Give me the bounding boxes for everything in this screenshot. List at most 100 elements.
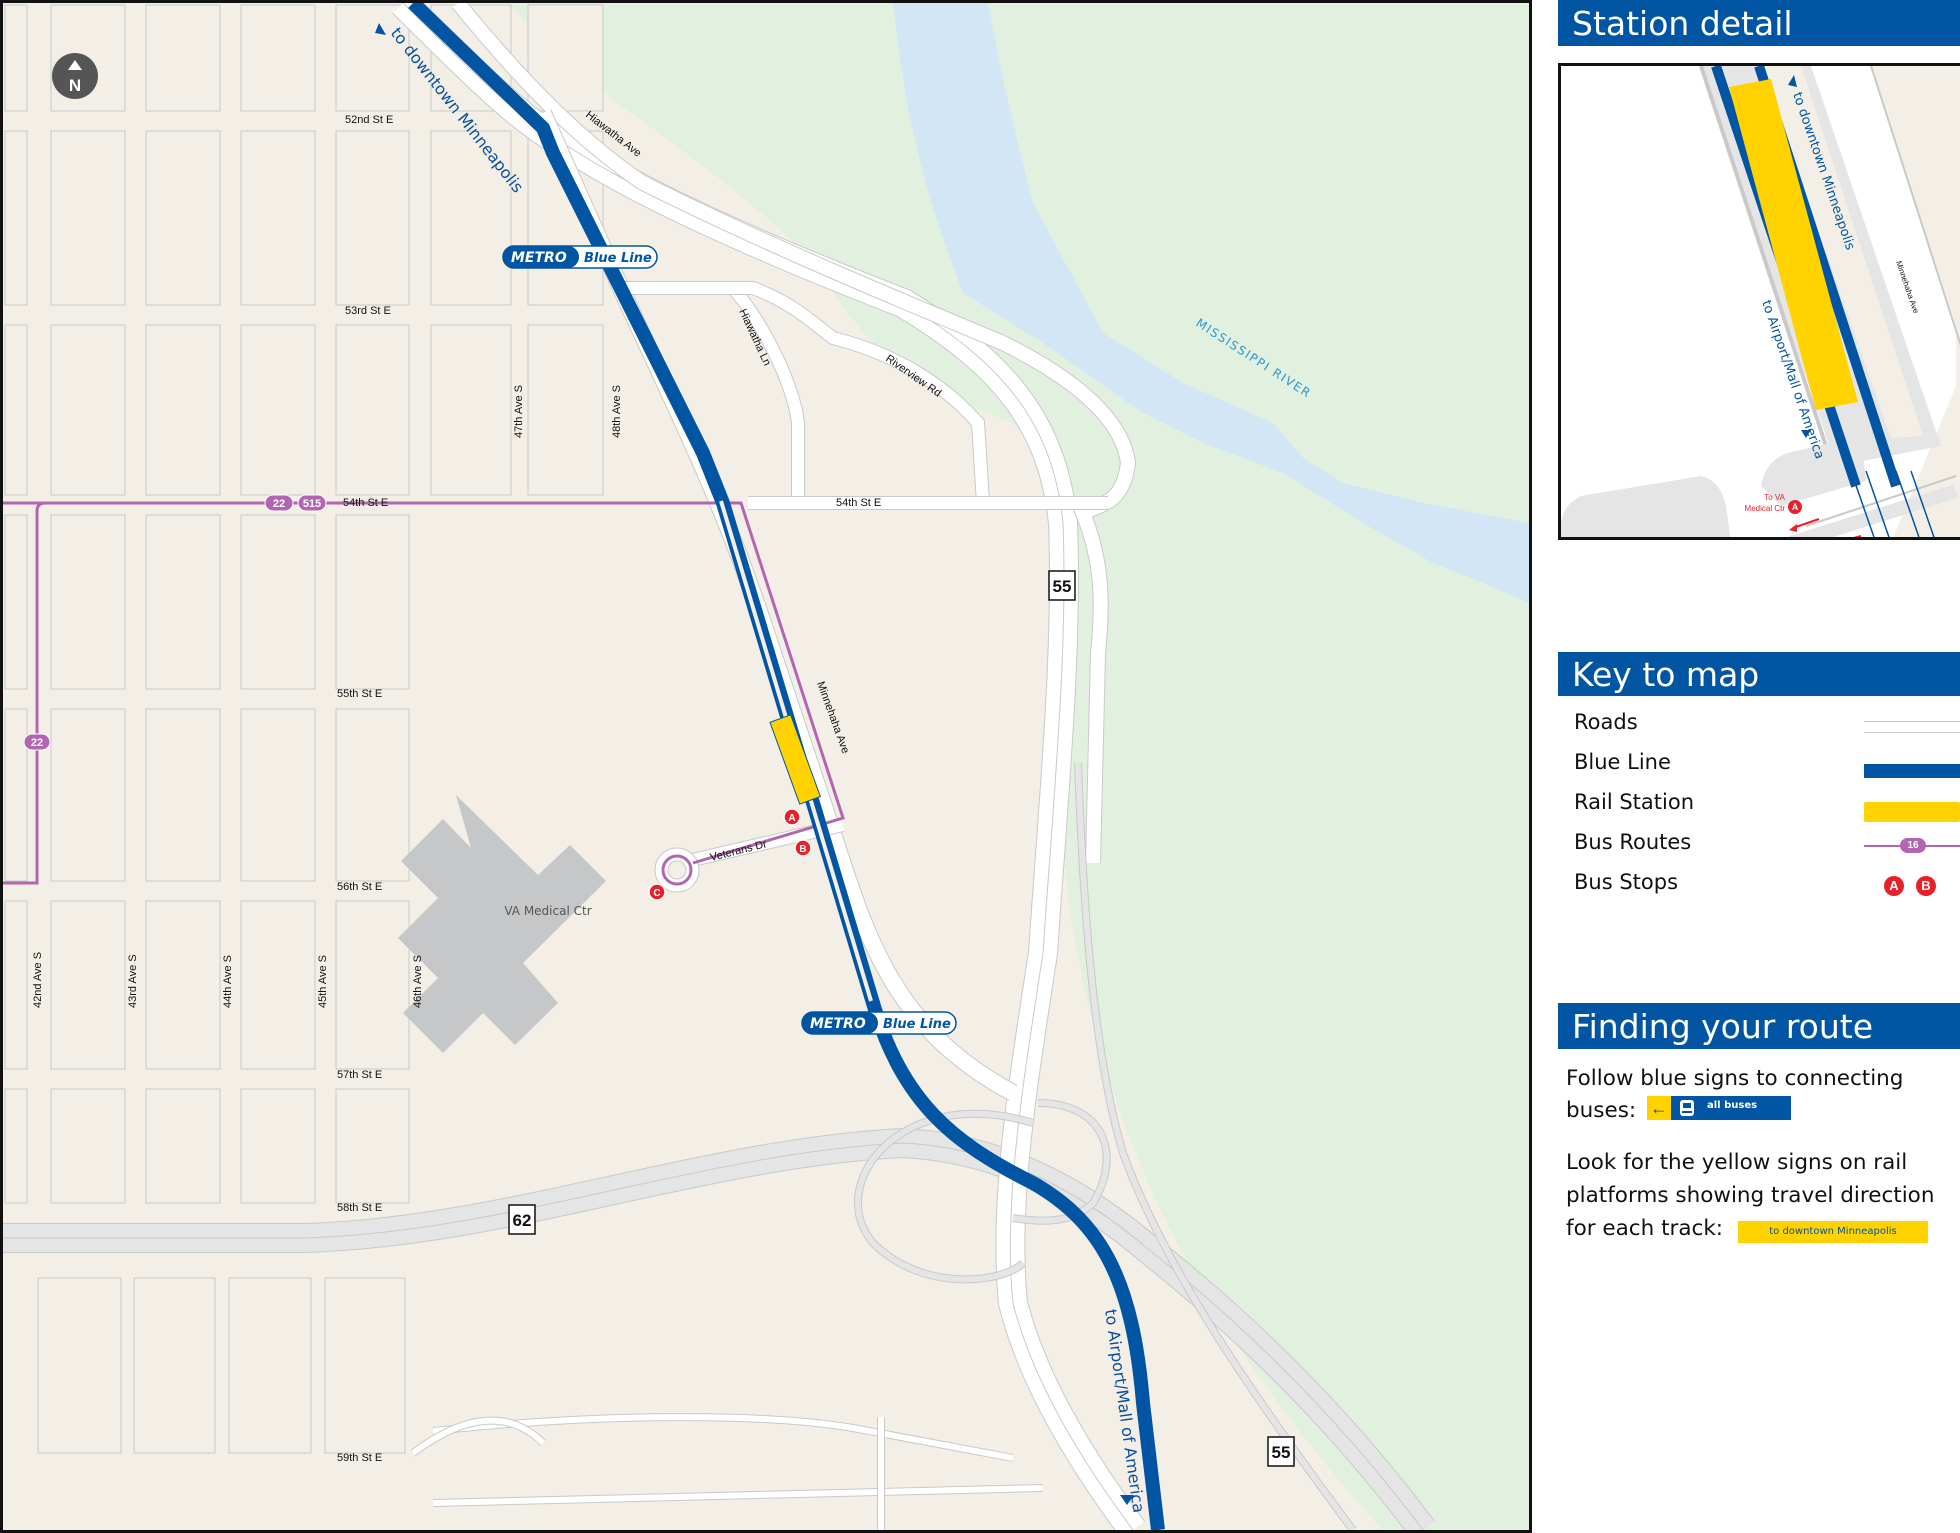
street-label-48th-ave: 48th Ave S: [611, 385, 623, 438]
svg-text:62: 62: [513, 1211, 532, 1230]
key-label-blue-line: Blue Line: [1574, 750, 1671, 774]
bus-route-badge-515: 515: [297, 494, 327, 512]
key-item-blue-line: Blue Line: [1574, 750, 1960, 780]
city-block: [145, 324, 221, 496]
highway-shield-62: 62: [508, 1204, 536, 1235]
finding-route-header: Finding your route: [1558, 1003, 1960, 1049]
city-block: [240, 900, 316, 1070]
svg-text:A: A: [788, 813, 795, 824]
bus-stop-b-symbol: B: [1916, 876, 1936, 896]
svg-text:C: C: [653, 888, 660, 899]
city-block: [335, 514, 410, 690]
road-symbol: [1864, 721, 1960, 733]
svg-text:A: A: [1792, 502, 1799, 512]
bus-route-badge-22: 22: [264, 494, 294, 512]
bus-stop-a-symbol: A: [1884, 876, 1904, 896]
city-block: [145, 900, 221, 1070]
city-block: [240, 130, 316, 306]
bus-stop-b[interactable]: B: [794, 839, 812, 857]
city-block: [335, 1088, 410, 1204]
metro-badge-north: METRO Blue Line: [502, 245, 658, 269]
city-block: [240, 708, 316, 882]
city-block: [4, 1088, 28, 1204]
inset-va-note-line1: To VA: [1764, 493, 1785, 502]
bus-route-badge: 16: [1900, 838, 1926, 853]
svg-text:55: 55: [1053, 577, 1072, 596]
city-block: [430, 324, 512, 496]
city-block: [145, 1088, 221, 1204]
city-block: [240, 514, 316, 690]
street-label-43rd-ave: 43rd Ave S: [127, 954, 139, 1008]
city-block: [50, 324, 126, 496]
blue-line-symbol: [1864, 764, 1960, 778]
svg-text:22: 22: [273, 498, 285, 510]
svg-text:22: 22: [31, 737, 43, 749]
finding-route-para2-line3: for each track:: [1566, 1216, 1724, 1241]
map-area[interactable]: VA Medical Ctr 52nd St E 53rd St E 54th …: [0, 0, 1532, 1533]
city-block: [4, 900, 28, 1070]
station-detail-canvas: to downtown Minneapolis to Airport/Mall …: [1561, 66, 1960, 537]
bus-stop-a[interactable]: A: [783, 808, 801, 826]
street-label-44th-ave: 44th Ave S: [222, 955, 234, 1008]
city-block: [324, 1277, 406, 1454]
city-block: [335, 900, 410, 1070]
street-label-56th: 56th St E: [337, 881, 382, 893]
north-arrow-icon: N: [52, 53, 98, 99]
bus-route-lines: [3, 501, 845, 885]
key-label-rail-station: Rail Station: [1574, 790, 1695, 814]
street-label-veterans-dr: Veterans Dr: [709, 838, 769, 864]
street-label-46th-ave: 46th Ave S: [412, 955, 424, 1008]
bus-route-badge-22-west: 22: [23, 733, 51, 751]
key-header: Key to map: [1558, 652, 1960, 696]
finding-route-para1-line2: buses:: [1566, 1098, 1637, 1123]
city-block: [50, 1088, 126, 1204]
city-block: [335, 324, 410, 496]
highway-shield-55-north: 55: [1048, 570, 1076, 601]
city-block: [335, 130, 410, 306]
street-label-57th: 57th St E: [337, 1069, 382, 1081]
map-canvas: VA Medical Ctr 52nd St E 53rd St E 54th …: [3, 3, 1529, 1530]
city-block: [145, 4, 221, 112]
bus-stop-c[interactable]: C: [648, 883, 666, 901]
svg-text:B: B: [799, 844, 806, 855]
city-block: [240, 324, 316, 496]
city-block: [4, 324, 28, 496]
svg-text:515: 515: [303, 498, 321, 510]
key-item-rail-station: Rail Station: [1574, 790, 1960, 822]
va-medical-center-label: VA Medical Ctr: [504, 904, 591, 918]
city-block: [37, 1277, 122, 1454]
city-block: [240, 1088, 316, 1204]
blue-sign-example: ← all buses: [1647, 1096, 1791, 1120]
street-label-47th-ave: 47th Ave S: [513, 385, 525, 438]
station-detail-header: Station detail: [1558, 0, 1960, 46]
city-block: [50, 514, 126, 690]
va-medical-center-building: [398, 795, 606, 1053]
yellow-sign-example: to downtown Minneapolis: [1738, 1221, 1928, 1243]
svg-text:Blue Line: Blue Line: [883, 1017, 951, 1032]
street-label-59th: 59th St E: [337, 1452, 382, 1464]
city-block: [145, 514, 221, 690]
street-label-58th: 58th St E: [337, 1202, 382, 1214]
metro-badge-south: METRO Blue Line: [801, 1011, 957, 1035]
city-block: [228, 1277, 312, 1454]
svg-text:METRO: METRO: [511, 250, 567, 266]
blue-sign-text: all buses: [1707, 1100, 1758, 1111]
svg-text:METRO: METRO: [810, 1016, 866, 1032]
key-item-bus-routes: Bus Routes 16: [1574, 830, 1960, 860]
city-block: [335, 4, 410, 112]
finding-route-para2-line1: Look for the yellow signs on rail: [1566, 1150, 1908, 1175]
highway-shield-55-south: 55: [1267, 1436, 1295, 1467]
city-block: [50, 130, 126, 306]
city-block: [4, 708, 28, 882]
finding-route-para2-line2: platforms showing travel direction: [1566, 1183, 1935, 1208]
street-label-54th-east: 54th St E: [836, 497, 881, 509]
arrow-left-icon: ←: [1647, 1096, 1671, 1120]
key-label-bus-stops: Bus Stops: [1574, 870, 1679, 894]
svg-text:Blue Line: Blue Line: [584, 251, 652, 266]
city-block: [50, 708, 126, 882]
city-block: [527, 324, 604, 496]
city-block: [4, 130, 28, 306]
city-block: [145, 130, 221, 306]
street-label-42nd-ave: 42nd Ave S: [32, 952, 44, 1008]
city-block: [335, 708, 410, 882]
